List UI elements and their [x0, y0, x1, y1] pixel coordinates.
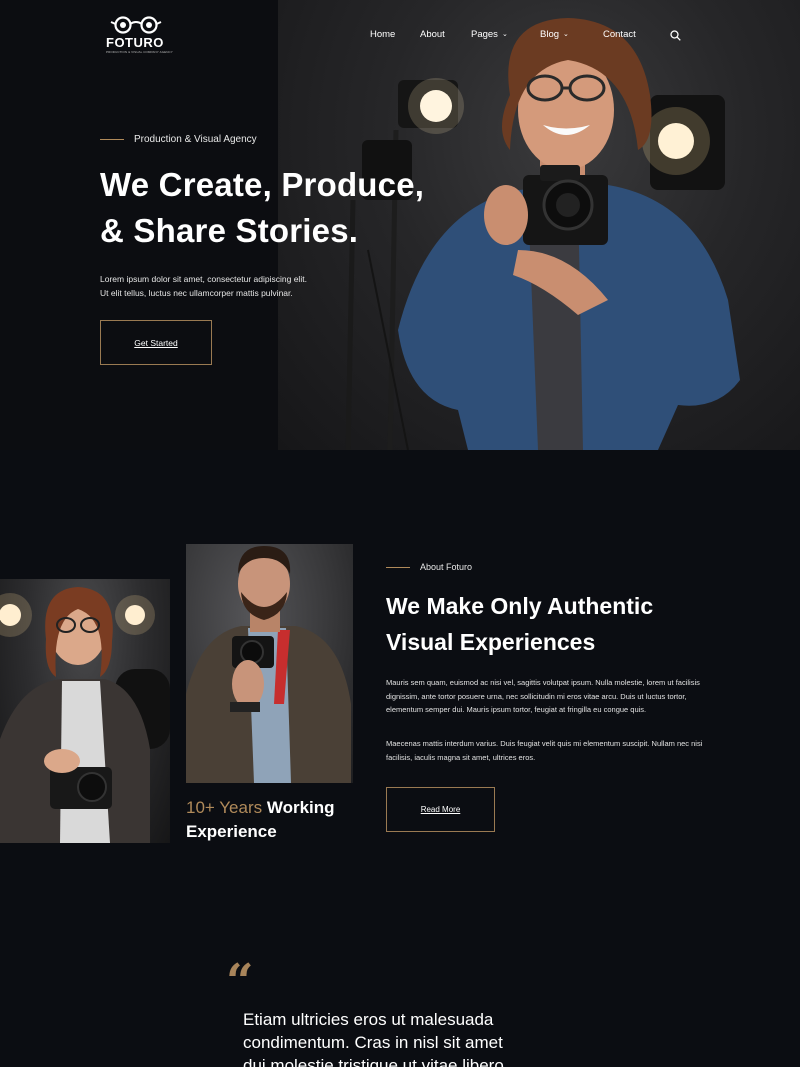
about-title-line1: We Make Only Authentic: [386, 593, 654, 619]
read-more-button[interactable]: Read More: [386, 787, 495, 832]
nav-contact[interactable]: Contact: [603, 29, 636, 40]
nav-contact-label: Contact: [603, 28, 636, 40]
years-working: Working: [266, 798, 335, 817]
eyebrow-line: [100, 139, 124, 140]
hero-eyebrow-text: Production & Visual Agency: [134, 134, 257, 145]
search-icon[interactable]: [670, 28, 681, 46]
glasses-logo-icon: [110, 16, 162, 34]
eyebrow-line: [386, 566, 410, 568]
nav-about-label: About: [420, 28, 445, 40]
about-paragraph-2: Maecenas mattis interdum varius. Duis fe…: [386, 739, 703, 762]
years-accent: 10+ Years: [186, 798, 263, 817]
hero-title-line2: & Share Stories.: [100, 212, 359, 249]
nav-home-label: Home: [370, 28, 396, 40]
about-title: We Make Only Authentic Visual Experience…: [386, 588, 746, 660]
hero-eyebrow: Production & Visual Agency: [100, 134, 257, 145]
brand-tagline: PRODUCTION & VISUAL COMPANY AGENCY: [106, 50, 173, 54]
quote-line1: Etiam ultricies eros ut malesuada: [243, 1010, 494, 1029]
chevron-down-icon: ⌄: [563, 31, 569, 38]
about-eyebrow: About Foturo: [386, 562, 472, 572]
about-photographer-man-image: [186, 544, 353, 783]
chevron-down-icon: ⌄: [501, 31, 508, 38]
hero-description: Lorem ipsum dolor sit amet, consectetur …: [100, 272, 340, 300]
about-title-line2: Visual Experiences: [386, 629, 596, 655]
nav-blog[interactable]: Blog ⌄: [540, 29, 569, 40]
hero-title-line1: We Create, Produce,: [100, 166, 425, 203]
about-eyebrow-text: About Foturo: [420, 562, 473, 572]
quote-line3: dui molestie tristique ut vitae libero: [243, 1056, 504, 1067]
about-photographer-woman-image: [0, 579, 170, 843]
hero-title: We Create, Produce, & Share Stories.: [100, 162, 424, 254]
experience-caption: 10+ Years Working Experience: [186, 796, 335, 844]
woman-photo-illustration: [0, 587, 170, 843]
man-photo-illustration: [186, 546, 351, 783]
brand-name: FOTURO: [106, 35, 164, 50]
nav-blog-label: Blog: [540, 28, 560, 40]
about-paragraph-1: Mauris sem quam, euismod ac nisi vel, sa…: [386, 678, 700, 714]
hero-desc-line2: Ut elit tellus, luctus nec ullamcorper m…: [100, 288, 293, 298]
brand-logo[interactable]: FOTURO PRODUCTION & VISUAL COMPANY AGENC…: [106, 16, 173, 56]
nav-pages[interactable]: Pages ⌄: [471, 29, 508, 40]
nav-home[interactable]: Home: [370, 29, 395, 40]
quote-mark-icon: “: [226, 954, 254, 1010]
nav-pages-label: Pages: [471, 28, 498, 40]
quote-text: Etiam ultricies eros ut malesuada condim…: [243, 1008, 563, 1067]
hero-section: FOTURO PRODUCTION & VISUAL COMPANY AGENC…: [0, 0, 800, 450]
get-started-button[interactable]: Get Started: [100, 320, 212, 365]
years-experience: Experience: [186, 822, 277, 841]
hero-desc-line1: Lorem ipsum dolor sit amet, consectetur …: [100, 274, 307, 284]
nav-about[interactable]: About: [420, 29, 445, 40]
quote-line2: condimentum. Cras in nisl sit amet: [243, 1033, 503, 1052]
